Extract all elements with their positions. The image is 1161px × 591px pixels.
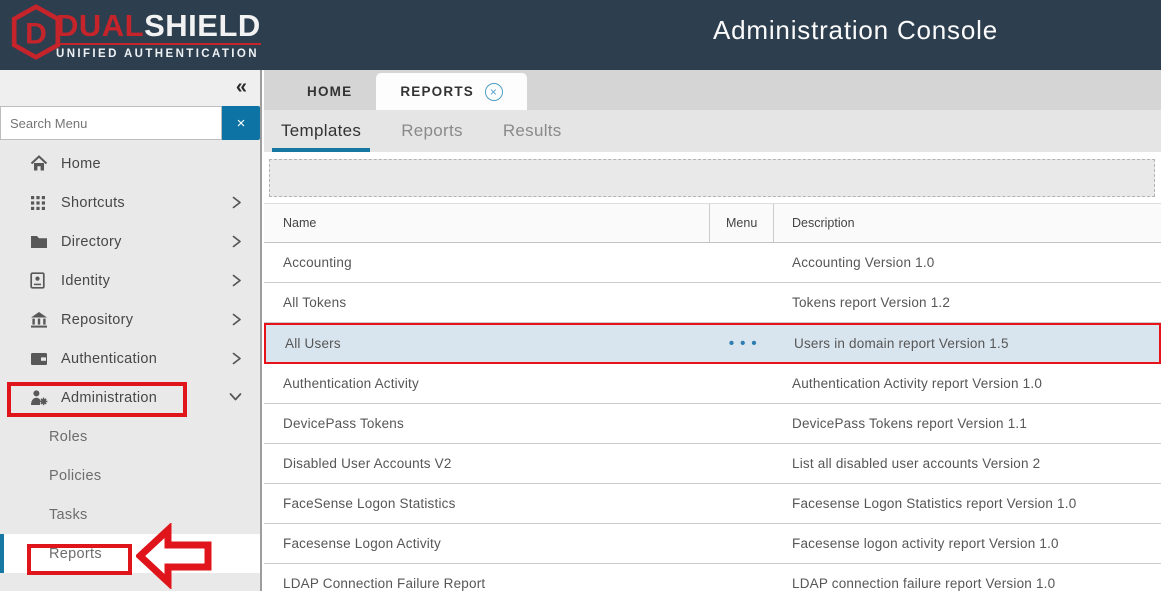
sidebar-item-repository[interactable]: Repository xyxy=(0,300,260,339)
subtab-templates[interactable]: Templates xyxy=(272,110,370,152)
table-row-disabled-user-accounts-v2[interactable]: Disabled User Accounts V2 List all disabl… xyxy=(264,444,1161,484)
sidebar-item-directory[interactable]: Directory xyxy=(0,222,260,261)
cell-name: Facesense Logon Activity xyxy=(264,536,709,551)
cell-name: DevicePass Tokens xyxy=(264,416,709,431)
column-header-name[interactable]: Name xyxy=(264,204,709,242)
bank-icon xyxy=(30,311,49,329)
sidebar-search-row: × xyxy=(0,106,260,140)
cell-description: List all disabled user accounts Version … xyxy=(774,456,1161,471)
table-row-all-users[interactable]: All Users• • •Users in domain report Ver… xyxy=(264,323,1161,364)
home-icon xyxy=(30,155,49,173)
table-row-facesense-logon-statistics[interactable]: FaceSense Logon Statistics Facesense Logo… xyxy=(264,484,1161,524)
logo-divider xyxy=(56,43,261,45)
cell-description: LDAP connection failure report Version 1… xyxy=(774,576,1161,591)
cell-name: Accounting xyxy=(264,255,709,270)
sidebar-top-bar: « xyxy=(0,70,260,106)
cell-name: All Users xyxy=(266,336,711,351)
cell-name: LDAP Connection Failure Report xyxy=(264,576,709,591)
cell-name: Authentication Activity xyxy=(264,376,709,391)
table-header: Name Menu Description xyxy=(264,203,1161,243)
page-title: Administration Console xyxy=(713,15,998,46)
cell-name: All Tokens xyxy=(264,295,709,310)
logo-dual: DUAL xyxy=(56,8,144,43)
sidebar: « × HomeShortcutsDirectoryIdentityReposi… xyxy=(0,70,262,591)
dualshield-hexagon-logo-icon: D xyxy=(10,4,62,65)
table-body: Accounting Accounting Version 1.0 All Toke… xyxy=(264,243,1161,591)
column-header-menu[interactable]: Menu xyxy=(709,204,774,242)
logo-wordmark: DUALSHIELD xyxy=(56,9,261,42)
chevron-right-icon xyxy=(230,273,243,288)
search-input[interactable] xyxy=(0,106,222,140)
sidebar-menu: HomeShortcutsDirectoryIdentityRepository… xyxy=(0,144,260,573)
table-row-accounting[interactable]: Accounting Accounting Version 1.0 xyxy=(264,243,1161,283)
app-header: D DUALSHIELD UNIFIED AUTHENTICATION Admi… xyxy=(0,0,1161,70)
cell-name: Disabled User Accounts V2 xyxy=(264,456,709,471)
sidebar-item-identity[interactable]: Identity xyxy=(0,261,260,300)
collapse-sidebar-icon[interactable]: « xyxy=(236,75,247,99)
logo-shield: SHIELD xyxy=(144,8,261,43)
tab-home[interactable]: HOME xyxy=(283,73,376,110)
wallet-icon xyxy=(30,350,49,368)
sidebar-subitem-roles[interactable]: Roles xyxy=(0,417,260,456)
subtab-reports[interactable]: Reports xyxy=(392,110,472,152)
tab-bar: HOMEREPORTS× xyxy=(264,70,1161,110)
logo-tagline: UNIFIED AUTHENTICATION xyxy=(56,48,261,60)
dualshield-logo: D DUALSHIELD UNIFIED AUTHENTICATION xyxy=(10,4,261,65)
user-gear-icon xyxy=(30,389,49,407)
table-row-all-tokens[interactable]: All Tokens Tokens report Version 1.2 xyxy=(264,283,1161,323)
folder-icon xyxy=(30,233,49,251)
sidebar-item-authentication[interactable]: Authentication xyxy=(0,339,260,378)
sidebar-item-shortcuts[interactable]: Shortcuts xyxy=(0,183,260,222)
table-row-authentication-activity[interactable]: Authentication Activity Authentication Ac… xyxy=(264,364,1161,404)
sidebar-item-administration[interactable]: Administration xyxy=(0,378,260,417)
main-content: HOMEREPORTS× Templates Reports Results Nam… xyxy=(264,70,1161,591)
table-row-devicepass-tokens[interactable]: DevicePass Tokens DevicePass Tokens repor… xyxy=(264,404,1161,444)
cell-description: Tokens report Version 1.2 xyxy=(774,295,1161,310)
cell-description: Users in domain report Version 1.5 xyxy=(776,336,1159,351)
close-icon: × xyxy=(237,115,246,132)
sidebar-subitem-tasks[interactable]: Tasks xyxy=(0,495,260,534)
sidebar-subitem-policies[interactable]: Policies xyxy=(0,456,260,495)
id-card-icon xyxy=(30,272,49,290)
chevron-down-icon xyxy=(228,390,243,403)
subtab-bar: Templates Reports Results xyxy=(264,110,1161,152)
row-menu-ellipsis-icon[interactable]: • • • xyxy=(711,339,776,349)
dualshield-admin-console: D DUALSHIELD UNIFIED AUTHENTICATION Admi… xyxy=(0,0,1161,591)
chevron-right-icon xyxy=(230,195,243,210)
chevron-right-icon xyxy=(230,312,243,327)
cell-name: FaceSense Logon Statistics xyxy=(264,496,709,511)
clear-search-button[interactable]: × xyxy=(222,106,260,140)
sidebar-item-home[interactable]: Home xyxy=(0,144,260,183)
chevron-right-icon xyxy=(230,234,243,249)
chevron-right-icon xyxy=(230,351,243,366)
cell-description: Accounting Version 1.0 xyxy=(774,255,1161,270)
svg-text:D: D xyxy=(25,18,47,51)
table-row-facesense-logon-activity[interactable]: Facesense Logon Activity Facesense logon … xyxy=(264,524,1161,564)
subtab-results[interactable]: Results xyxy=(494,110,571,152)
tab-reports[interactable]: REPORTS× xyxy=(376,73,527,110)
grid-icon xyxy=(30,194,49,212)
column-header-description[interactable]: Description xyxy=(774,204,1161,242)
cell-description: DevicePass Tokens report Version 1.1 xyxy=(774,416,1161,431)
table-row-ldap-connection-failure-report[interactable]: LDAP Connection Failure Report LDAP conne… xyxy=(264,564,1161,591)
sidebar-subitem-reports[interactable]: Reports xyxy=(0,534,260,573)
cell-description: Facesense logon activity report Version … xyxy=(774,536,1161,551)
cell-description: Facesense Logon Statistics report Versio… xyxy=(774,496,1161,511)
cell-description: Authentication Activity report Version 1… xyxy=(774,376,1161,391)
filter-drop-area xyxy=(269,159,1155,197)
close-tab-icon[interactable]: × xyxy=(485,83,503,101)
